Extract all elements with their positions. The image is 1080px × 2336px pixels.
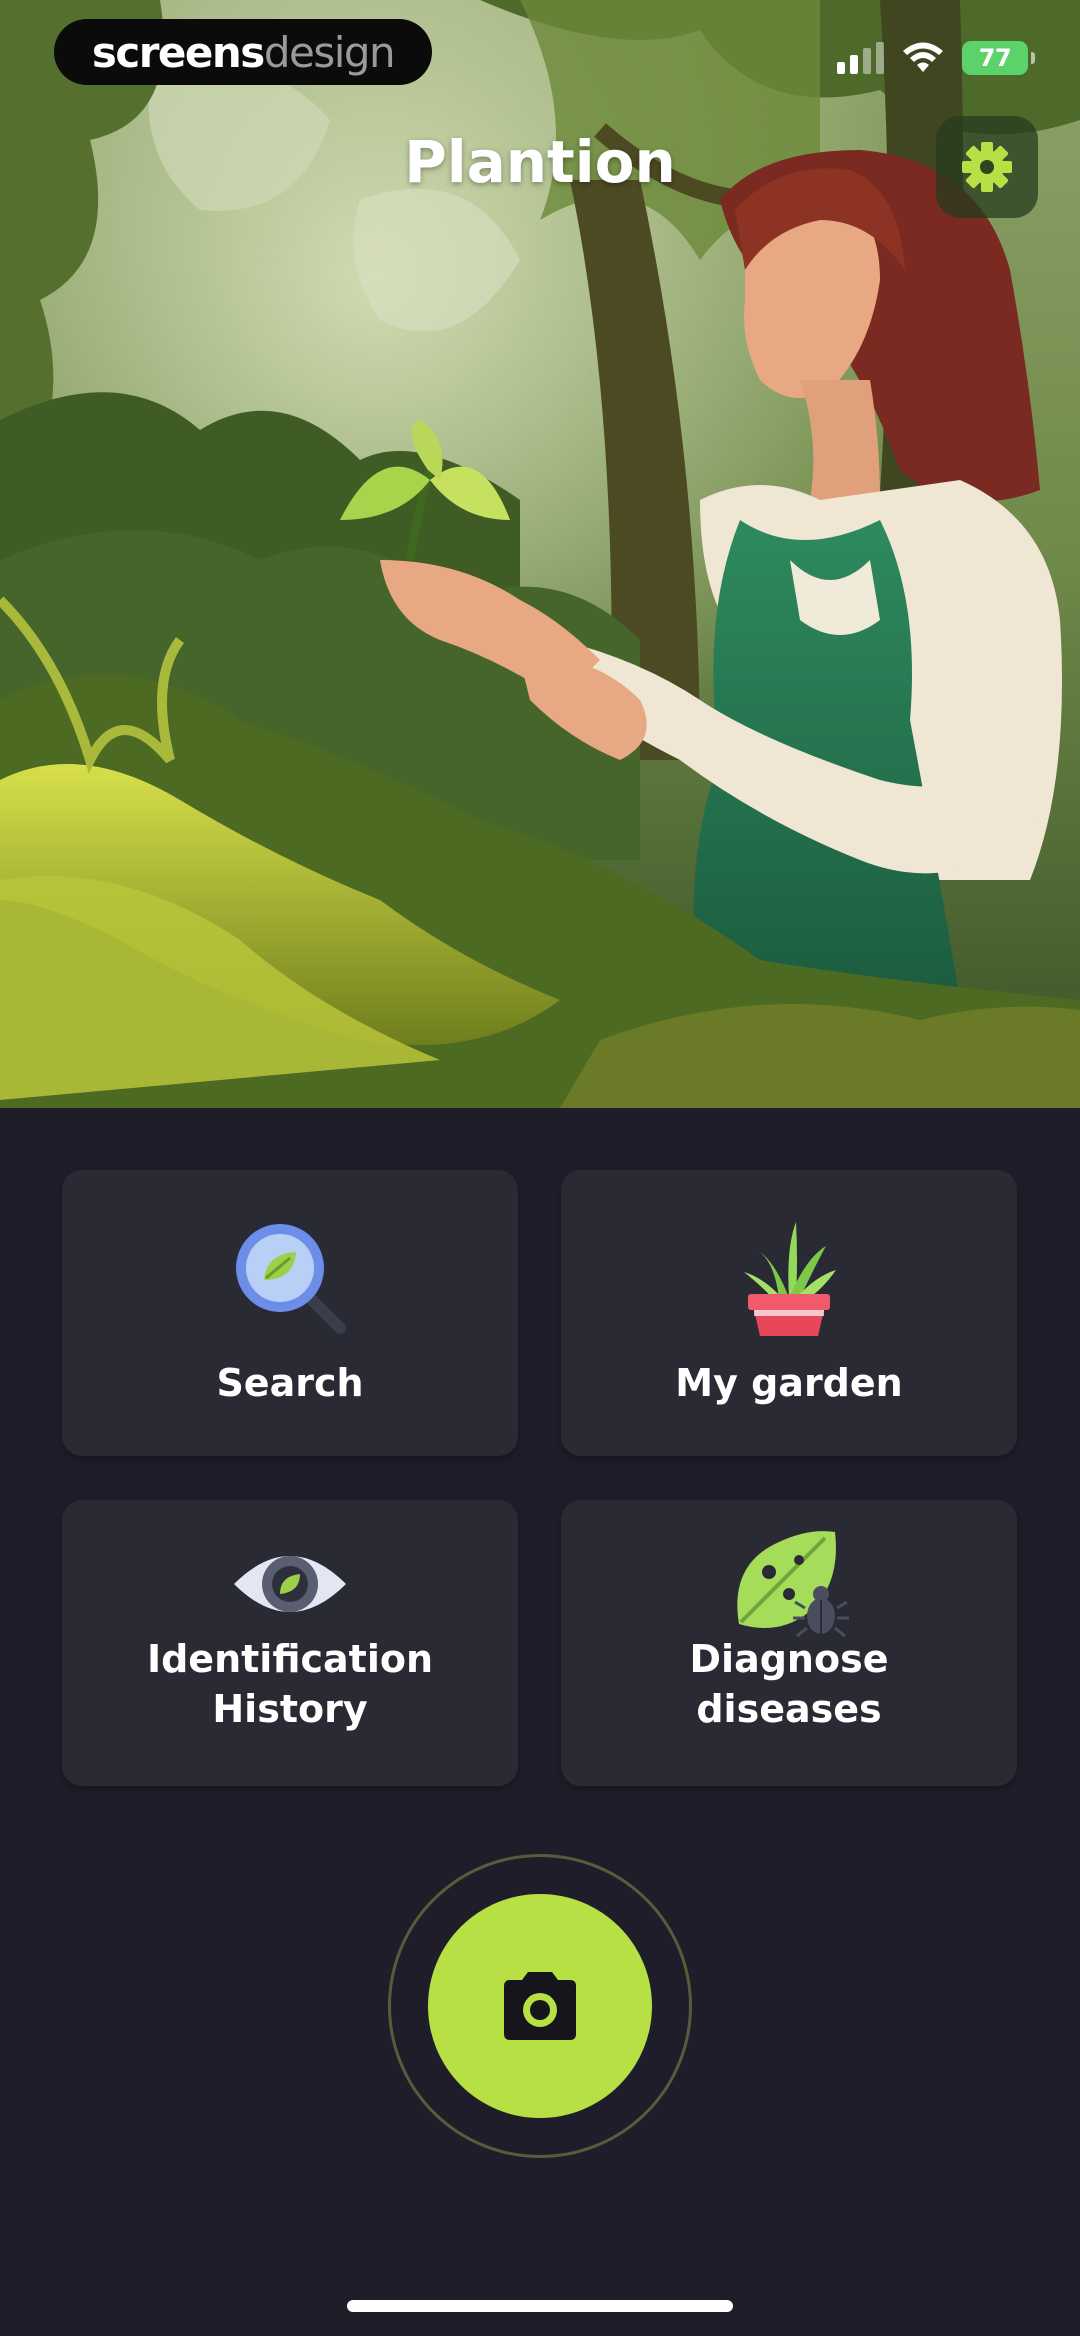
home-screen: screens design 77 Plantion Search My gar…	[0, 0, 1080, 2336]
battery-level: 77	[978, 44, 1012, 72]
my-garden-label: My garden	[675, 1361, 903, 1405]
identification-history-label-line1: Identification	[146, 1637, 434, 1681]
watermark-part2: design	[263, 27, 396, 77]
identification-history-tile[interactable]: Identification History	[62, 1500, 518, 1786]
app-title: Plantion	[404, 128, 676, 196]
potted-plant-icon	[744, 1222, 836, 1336]
magnifier-leaf-icon	[236, 1224, 346, 1334]
identification-history-label-line2: History	[212, 1687, 368, 1731]
search-tile[interactable]: Search	[62, 1170, 518, 1456]
leaf-bug-icon	[737, 1531, 849, 1638]
wifi-icon	[903, 42, 943, 72]
diagnose-diseases-tile[interactable]: Diagnose diseases	[561, 1500, 1017, 1786]
diagnose-diseases-label-line1: Diagnose	[689, 1637, 889, 1681]
watermark-badge: screens design	[54, 19, 432, 85]
gear-icon	[962, 142, 1012, 192]
settings-button[interactable]	[936, 116, 1038, 218]
eye-leaf-icon	[234, 1556, 346, 1612]
battery-icon: 77	[962, 41, 1035, 75]
home-indicator[interactable]	[347, 2300, 733, 2312]
search-label: Search	[216, 1361, 364, 1405]
camera-icon	[504, 1972, 576, 2040]
status-bar-right: 77	[837, 38, 1035, 78]
diagnose-diseases-label-line2: diseases	[696, 1687, 882, 1731]
signal-icon	[837, 42, 884, 74]
my-garden-tile[interactable]: My garden	[561, 1170, 1017, 1456]
watermark-part1: screens	[91, 27, 265, 77]
camera-button[interactable]	[428, 1894, 652, 2118]
